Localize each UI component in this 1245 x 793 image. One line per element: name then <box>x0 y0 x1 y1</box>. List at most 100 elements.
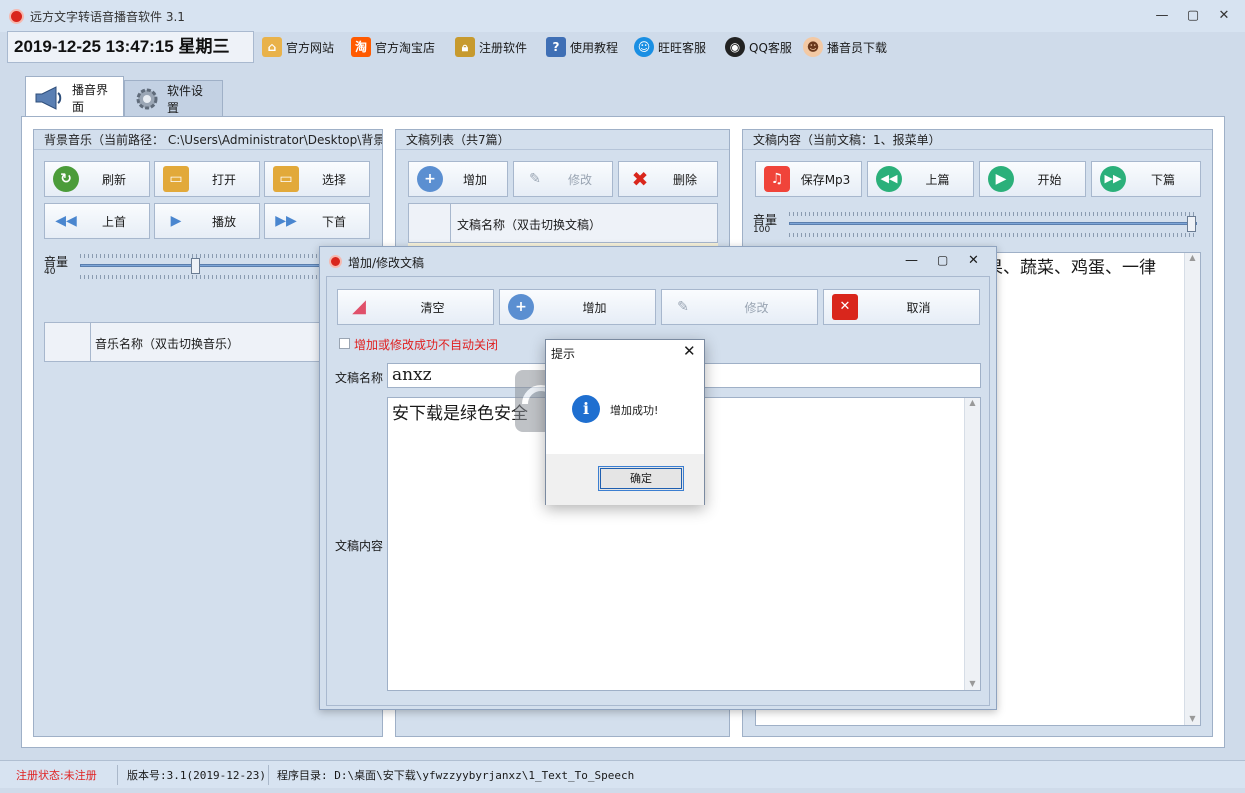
fast-forward-icon: ▶▶ <box>275 213 297 229</box>
tab-broadcast[interactable]: 播音界面 <box>25 76 124 118</box>
maximize-button[interactable]: ▢ <box>1184 8 1202 24</box>
pencil-icon: ✎ <box>529 171 541 187</box>
toolbar-label: 使用教程 <box>570 40 619 55</box>
app-logo-icon <box>9 9 24 24</box>
edit-document-button[interactable]: ✎ 修改 <box>513 161 613 197</box>
previous-track-button[interactable]: ◀◀ 上首 <box>44 203 150 239</box>
dialog-content-value: 安下载是绿色安全 <box>392 404 528 424</box>
dialog-title: 增加/修改文稿 <box>348 256 425 270</box>
scroll-down-arrow-icon[interactable]: ▼ <box>965 679 980 688</box>
refresh-icon: ↻ <box>53 166 79 192</box>
refresh-button[interactable]: ↻ 刷新 <box>44 161 150 197</box>
keep-open-checkbox[interactable] <box>339 338 350 349</box>
vertical-scrollbar[interactable]: ▲ ▼ <box>1184 253 1200 725</box>
lock-icon: 🔒︎ <box>455 37 475 57</box>
register-status: 注册状态:未注册 <box>16 769 97 782</box>
button-label: 上首 <box>101 214 126 229</box>
scroll-up-arrow-icon[interactable]: ▲ <box>965 398 980 407</box>
start-button[interactable]: ▶ 开始 <box>979 161 1086 197</box>
row-header-cell <box>45 323 91 361</box>
play-button[interactable]: ▶ 播放 <box>154 203 260 239</box>
dialog-close-button[interactable]: ✕ <box>968 253 979 268</box>
volume-slider-ticks <box>789 212 1197 216</box>
volume-value: 100 <box>753 225 771 235</box>
close-button[interactable]: ✕ <box>1215 8 1233 24</box>
toolbar-wangwang[interactable]: ☺ 旺旺客服 <box>634 36 706 58</box>
document-name-value: anxz <box>392 365 432 385</box>
toolbar-label: 官方淘宝店 <box>375 40 436 55</box>
previous-document-button[interactable]: ◀◀ 上篇 <box>867 161 974 197</box>
button-label: 刷新 <box>101 172 126 187</box>
message-dialog: 提示 ✕ i 增加成功! 确定 <box>545 339 705 505</box>
toolbar-announcer-download[interactable]: ☻ 播音员下载 <box>803 36 887 58</box>
tab-settings[interactable]: 软件设置 <box>124 80 223 116</box>
ok-button[interactable]: 确定 <box>598 466 684 491</box>
message-title: 提示 <box>551 347 576 361</box>
toolbar-qq[interactable]: ◉ QQ客服 <box>725 36 792 58</box>
row-header-cell <box>409 204 451 242</box>
next-document-button[interactable]: ▶▶ 下篇 <box>1091 161 1201 197</box>
message-text: 增加成功! <box>610 404 659 417</box>
button-label: 打开 <box>211 172 236 187</box>
toolbar-label: 播音员下载 <box>827 40 888 55</box>
music-note-icon: ♫ <box>764 166 790 192</box>
minimize-button[interactable]: — <box>1153 8 1171 24</box>
select-button[interactable]: ▭ 选择 <box>264 161 370 197</box>
plus-icon: + <box>508 294 534 320</box>
dialog-cancel-button[interactable]: ✕ 取消 <box>823 289 980 325</box>
button-label: 下首 <box>321 214 346 229</box>
save-mp3-button[interactable]: ♫ 保存Mp3 <box>755 161 862 197</box>
program-path-status: 程序目录: D:\桌面\安下载\yfwzzyybyrjanxz\1_Text_T… <box>277 769 635 782</box>
toolbar-label: 旺旺客服 <box>658 40 707 55</box>
clear-button[interactable]: ◢ 清空 <box>337 289 494 325</box>
button-label: 删除 <box>672 172 697 187</box>
add-document-button[interactable]: + 增加 <box>408 161 508 197</box>
toolbar-register[interactable]: 🔒︎ 注册软件 <box>455 36 527 58</box>
dialog-maximize-button[interactable]: ▢ <box>937 253 948 267</box>
dialog-edit-button[interactable]: ✎ 修改 <box>661 289 818 325</box>
play-icon: ▶ <box>170 213 182 229</box>
button-label: 修改 <box>744 300 769 315</box>
info-icon: i <box>572 395 600 423</box>
taobao-icon: 淘 <box>351 37 371 57</box>
folder-open-icon: ▭ <box>163 166 189 192</box>
button-label: 取消 <box>906 300 931 315</box>
scroll-up-arrow-icon[interactable]: ▲ <box>1185 253 1200 262</box>
scroll-down-arrow-icon[interactable]: ▼ <box>1185 714 1200 723</box>
rewind-icon: ◀◀ <box>55 213 77 229</box>
document-list-header: 文稿名称（双击切换文稿） <box>408 203 718 243</box>
vertical-scrollbar[interactable]: ▲ ▼ <box>964 398 980 690</box>
window-title: 远方文字转语音播音软件 3.1 <box>30 10 185 24</box>
button-label: 增加 <box>462 172 487 187</box>
announcer-icon: ☻ <box>803 37 823 57</box>
status-bar: 注册状态:未注册 版本号:3.1(2019-12-23) 程序目录: D:\桌面… <box>0 760 1245 788</box>
toolbar-taobao-store[interactable]: 淘 官方淘宝店 <box>351 36 435 58</box>
button-label: 播放 <box>211 214 236 229</box>
volume-slider-thumb[interactable] <box>1187 216 1196 232</box>
status-divider <box>268 765 269 785</box>
open-button[interactable]: ▭ 打开 <box>154 161 260 197</box>
message-close-button[interactable]: ✕ <box>683 342 696 360</box>
button-label: 增加 <box>582 300 607 315</box>
button-label: 开始 <box>1037 172 1062 187</box>
title-bar: 远方文字转语音播音软件 3.1 — ▢ ✕ <box>0 0 1245 32</box>
eraser-icon: ◢ <box>352 296 366 317</box>
status-divider <box>117 765 118 785</box>
dialog-add-button[interactable]: + 增加 <box>499 289 656 325</box>
volume-slider-thumb[interactable] <box>191 258 200 274</box>
document-content-label: 文稿内容 <box>335 539 384 553</box>
dialog-minimize-button[interactable]: — <box>905 253 918 268</box>
qq-icon: ◉ <box>725 37 745 57</box>
volume-slider-ticks <box>789 233 1197 237</box>
toolbar-tutorial[interactable]: ? 使用教程 <box>546 36 618 58</box>
next-track-button[interactable]: ▶▶ 下首 <box>264 203 370 239</box>
delete-document-button[interactable]: ✖ 删除 <box>618 161 718 197</box>
datetime-display: 2019-12-25 13:47:15 星期三 <box>7 31 254 63</box>
volume-slider-track[interactable] <box>789 222 1197 225</box>
app-logo-icon <box>329 255 342 268</box>
toolbar-label: 注册软件 <box>479 40 528 55</box>
tab-label: 播音界面 <box>72 82 109 114</box>
help-icon: ? <box>546 37 566 57</box>
toolbar-official-site[interactable]: ⌂ 官方网站 <box>262 36 334 58</box>
tab-label: 软件设置 <box>167 83 204 115</box>
